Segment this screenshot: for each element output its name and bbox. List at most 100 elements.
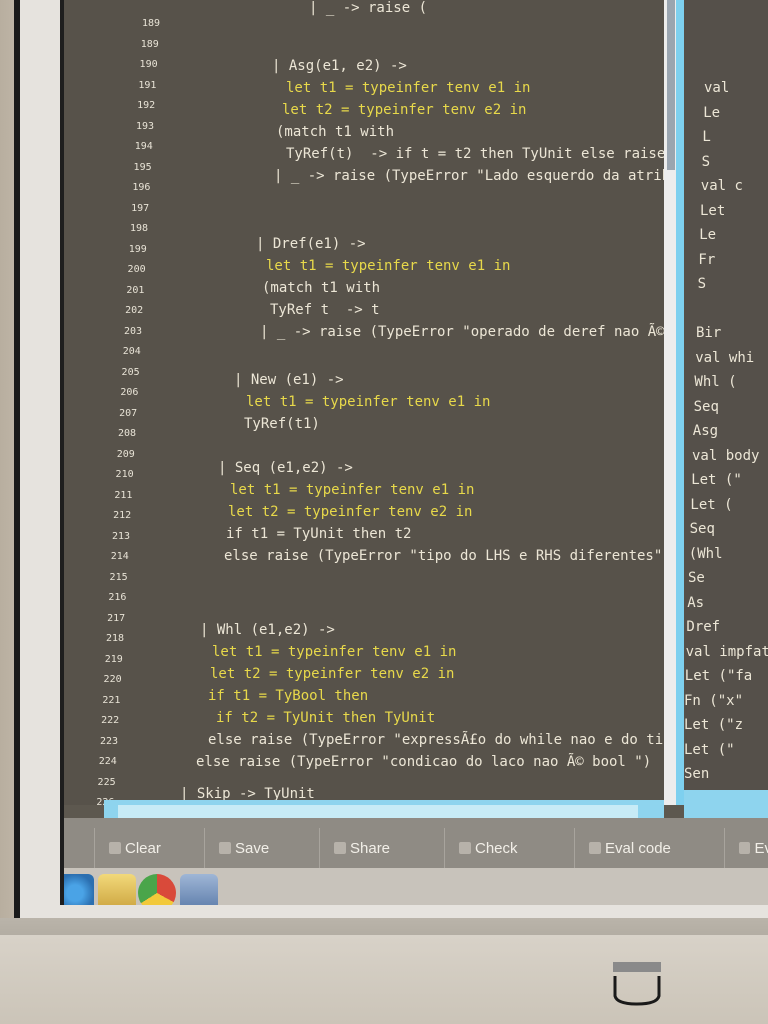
output-line: Bir	[696, 325, 722, 341]
code-line: let t1 = typeinfer tenv e1 in	[286, 80, 531, 96]
output-line: Let ("z	[684, 717, 744, 733]
code-line: let t2 = typeinfer tenv e2 in	[282, 102, 527, 118]
code-line: | New (e1) ->	[234, 372, 344, 388]
output-line: Seq	[693, 398, 719, 415]
check-icon	[459, 842, 471, 854]
code-line: TyRef(t) -> if t = t2 then TyUnit else r…	[286, 146, 664, 162]
line-number: 204	[122, 346, 141, 357]
line-number: 198	[129, 223, 148, 234]
check-button[interactable]: Check	[444, 828, 574, 868]
eval-secondary-button[interactable]: Ev	[724, 828, 768, 868]
pane-splitter[interactable]	[676, 0, 684, 805]
code-line: | Whl (e1,e2) ->	[200, 622, 335, 638]
output-line: L	[702, 129, 711, 145]
code-area[interactable]: | _ -> raise ( | Asg(e1, e2) -> let t1 =…	[164, 0, 664, 805]
code-line: | _ -> raise (	[309, 0, 428, 16]
code-line: else raise (TypeError "expressÃ£o do whi…	[208, 732, 664, 748]
clear-button[interactable]: Clear	[94, 828, 204, 868]
output-line: S	[697, 276, 707, 292]
eval-icon	[589, 842, 601, 854]
line-number: 213	[111, 530, 130, 542]
output-line: val body	[692, 447, 760, 464]
eval-icon	[739, 842, 751, 854]
code-line: else raise (TypeError "condicao do laco …	[196, 754, 652, 770]
code-line: | Dref(e1) ->	[256, 236, 366, 252]
output-line: Let ("fa	[684, 668, 753, 684]
line-number: 195	[133, 161, 152, 173]
line-number-gutter: 189 189 190 191 192 193 194 195 196 197 198 199 200 2…	[64, 0, 160, 805]
output-line: Sen	[684, 766, 710, 782]
output-line: Let (	[690, 496, 733, 513]
line-number: 215	[109, 571, 128, 583]
chrome-icon[interactable]	[138, 874, 176, 905]
line-number: 203	[123, 325, 142, 337]
line-number: 205	[121, 366, 140, 378]
line-number: 220	[103, 674, 122, 685]
eval-code-button[interactable]: Eval code	[574, 828, 724, 868]
save-button[interactable]: Save	[204, 828, 319, 868]
code-line: let t1 = typeinfer tenv e1 in	[246, 394, 491, 410]
output-line: Se	[688, 570, 705, 586]
vertical-scroll-thumb[interactable]	[667, 0, 675, 170]
output-line: Let ("	[691, 472, 742, 488]
output-line: val c	[700, 178, 743, 194]
horizontal-scroll-thumb[interactable]	[118, 805, 638, 819]
code-line: | Seq (e1,e2) ->	[218, 460, 353, 476]
line-number: 191	[138, 79, 157, 91]
line-number: 218	[105, 633, 124, 644]
line-number: 214	[110, 551, 129, 562]
output-line: Let	[700, 202, 726, 219]
app-icon[interactable]	[180, 874, 218, 905]
output-pane[interactable]: val Le L Sval c Let Le Fr S Bir val whi Whl (Seq A…	[684, 0, 768, 790]
line-number: 199	[128, 243, 147, 255]
code-line: TyRef(t1)	[244, 416, 320, 432]
code-line: let t2 = typeinfer tenv e2 in	[210, 666, 455, 682]
clear-icon	[109, 842, 121, 854]
code-line: let t1 = typeinfer tenv e1 in	[230, 482, 475, 498]
output-line: val whi	[695, 349, 755, 366]
code-line: else raise (TypeError "tipo do LHS e RHS…	[224, 548, 664, 564]
line-number: 196	[132, 182, 151, 193]
folder-icon[interactable]	[98, 874, 136, 905]
output-line: As	[687, 594, 705, 611]
output-line: Fr	[698, 251, 716, 268]
code-line: (match t1 with	[262, 280, 381, 296]
code-line: let t2 = typeinfer tenv e2 in	[228, 504, 473, 520]
code-line: TyRef t -> t	[270, 302, 380, 318]
line-number: 190	[139, 59, 158, 70]
code-line: if t1 = TyBool then	[208, 688, 369, 704]
output-line: Let ("	[684, 741, 735, 758]
taskbar	[64, 868, 768, 905]
line-number: 221	[102, 694, 121, 706]
line-number: 192	[137, 100, 156, 111]
output-line: (Whl	[688, 545, 723, 562]
screen-pull-handle-icon	[613, 962, 661, 1006]
line-number: 223	[99, 735, 118, 747]
line-number: 217	[107, 612, 126, 624]
output-line: S	[701, 153, 711, 170]
code-line: | _ -> raise (TypeError "operado de dere…	[260, 324, 664, 340]
code-line: (match t1 with	[276, 124, 395, 140]
output-line: val impfat	[685, 643, 768, 660]
line-number: 206	[120, 387, 139, 398]
line-number: 216	[108, 592, 127, 603]
line-number: 210	[115, 469, 134, 480]
line-number: 194	[134, 141, 153, 152]
line-number: 189	[140, 38, 159, 50]
start-orb-icon[interactable]	[64, 874, 94, 905]
line-number: 225	[97, 776, 116, 788]
share-button[interactable]: Share	[319, 828, 444, 868]
line-number: 212	[113, 510, 132, 521]
line-number: 202	[125, 305, 144, 316]
line-number: 197	[131, 202, 150, 214]
line-number: 219	[104, 653, 123, 665]
line-number: 224	[98, 756, 117, 767]
line-number: 193	[135, 120, 154, 132]
code-line: let t1 = typeinfer tenv e1 in	[266, 258, 511, 274]
code-line: | Asg(e1, e2) ->	[272, 58, 407, 74]
code-editor[interactable]: 189 189 190 191 192 193 194 195 196 197 198 199 200 2…	[64, 0, 664, 805]
line-number: 208	[117, 428, 136, 439]
output-line: Seq	[689, 521, 715, 537]
output-line: Asg	[692, 423, 719, 439]
line-number: 207	[119, 407, 138, 419]
